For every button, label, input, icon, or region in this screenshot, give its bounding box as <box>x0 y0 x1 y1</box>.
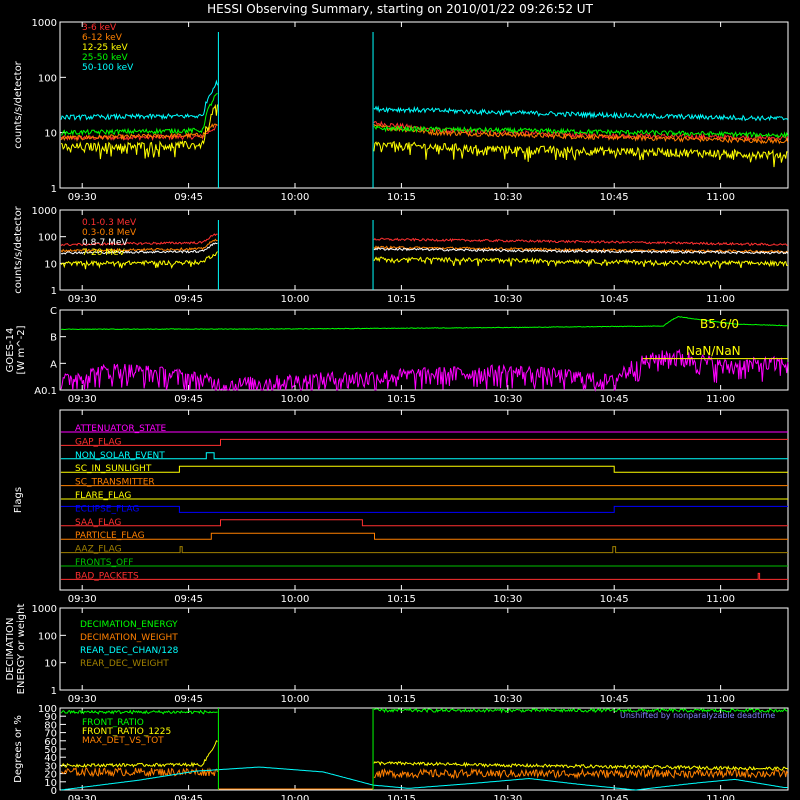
y-axis-label: counts/s/detector <box>13 60 24 148</box>
x-tick-label: 09:30 <box>68 192 97 203</box>
flag-label: SAA_FLAG <box>75 518 121 528</box>
y-tick-label: B <box>50 333 57 344</box>
flag-label: ATTENUATOR_STATE <box>75 424 167 434</box>
x-tick-label: 11:00 <box>706 192 735 203</box>
legend-entry: REAR_DEC_WEIGHT <box>80 659 169 669</box>
y-tick-label: 100 <box>38 704 57 715</box>
x-tick-label: 09:45 <box>174 594 203 605</box>
y-tick-label: 1000 <box>32 18 57 29</box>
hessi-summary-chart: HESSI Observing Summary, starting on 201… <box>0 0 800 800</box>
x-tick-label: 09:45 <box>174 294 203 305</box>
legend-entry: 0.8-7 MeV <box>82 238 128 248</box>
x-tick-label: 10:45 <box>600 294 629 305</box>
flag-label: ECLIPSE_FLAG <box>75 504 139 514</box>
x-tick-label: 10:30 <box>493 192 522 203</box>
x-tick-label: 11:00 <box>706 294 735 305</box>
y-tick-label: A <box>50 359 57 370</box>
x-tick-label: 09:30 <box>68 394 97 405</box>
goes-class-annotation: NaN/NaN <box>686 344 741 358</box>
x-tick-label: 10:00 <box>281 694 310 705</box>
x-tick-label: 10:30 <box>493 594 522 605</box>
y-tick-label: 10 <box>44 659 57 670</box>
y-tick-label: 1000 <box>32 206 57 217</box>
legend-entry: 3-6 keV <box>82 23 117 33</box>
flag-label: AAZ_FLAG <box>75 545 122 555</box>
x-tick-label: 10:15 <box>387 594 416 605</box>
y-tick-label: 1 <box>51 184 57 195</box>
x-tick-label: 09:45 <box>174 794 203 800</box>
x-tick-label: 09:45 <box>174 192 203 203</box>
x-tick-label: 10:45 <box>600 694 629 705</box>
x-tick-label: 10:15 <box>387 394 416 405</box>
x-tick-label: 09:30 <box>68 694 97 705</box>
y-tick-label: 1000 <box>32 604 57 615</box>
x-tick-label: 10:15 <box>387 294 416 305</box>
x-tick-label: 10:00 <box>281 394 310 405</box>
y-tick-label: 100 <box>38 233 57 244</box>
flag-label: BAD_PACKETS <box>75 571 139 581</box>
x-tick-label: 10:45 <box>600 394 629 405</box>
flag-label: GAP_FLAG <box>75 437 121 447</box>
legend-entry: 12-25 keV <box>82 43 128 53</box>
flag-label: SC_IN_SUNLIGHT <box>75 464 152 474</box>
x-tick-label: 10:45 <box>600 794 629 800</box>
x-tick-label: 10:15 <box>387 694 416 705</box>
x-tick-label: 10:15 <box>387 794 416 800</box>
legend-entry: 6-12 keV <box>82 33 123 43</box>
x-tick-label: 11:00 <box>706 594 735 605</box>
x-tick-label: 09:45 <box>174 694 203 705</box>
x-tick-label: 10:30 <box>493 794 522 800</box>
y-tick-label: A0.1 <box>34 386 57 397</box>
y-tick-label: 10 <box>44 259 57 270</box>
x-tick-label: 10:00 <box>281 192 310 203</box>
legend-entry: 0.1-0.3 MeV <box>82 218 137 228</box>
y-axis-label: DECIMATION <box>5 617 16 680</box>
chart-title: HESSI Observing Summary, starting on 201… <box>207 2 593 16</box>
legend-entry: MAX_DET_VS_TOT <box>82 736 164 746</box>
legend-entry: 7-20 MeV <box>82 248 126 258</box>
y-tick-label: 1 <box>51 286 57 297</box>
y-axis-label-2: ENERGY or weight <box>16 604 27 695</box>
flag-label: FRONTS_OFF <box>75 558 133 568</box>
x-tick-label: 09:30 <box>68 794 97 800</box>
flag-label: NON_SOLAR_EVENT <box>75 451 165 461</box>
y-tick-label: 1 <box>51 686 57 697</box>
y-axis-label: Flags <box>13 487 24 513</box>
y-tick-label: 100 <box>38 73 57 84</box>
x-tick-label: 10:45 <box>600 192 629 203</box>
legend-entry: 50-100 keV <box>82 63 134 73</box>
flag-label: PARTICLE_FLAG <box>75 531 145 541</box>
flag-label: FLARE_FLAG <box>75 491 131 501</box>
x-tick-label: 10:30 <box>493 394 522 405</box>
legend-entry: 0.3-0.8 MeV <box>82 228 137 238</box>
y-tick-label: 10 <box>44 129 57 140</box>
goes-class-annotation: B5.6/0 <box>700 317 739 331</box>
x-tick-label: 09:30 <box>68 594 97 605</box>
legend-entry: DECIMATION_ENERGY <box>80 620 178 630</box>
x-tick-label: 10:30 <box>493 294 522 305</box>
y-axis-label: GOES-14 <box>5 328 16 373</box>
x-tick-label: 09:30 <box>68 294 97 305</box>
y-axis-label-2: [W m^-2] <box>16 325 27 374</box>
y-tick-label: 100 <box>38 631 57 642</box>
y-axis-label: Degrees or % <box>13 715 24 783</box>
flag-label: SC_TRANSMITTER <box>75 478 155 488</box>
x-tick-label: 11:00 <box>706 794 735 800</box>
x-tick-label: 10:15 <box>387 192 416 203</box>
y-axis-label: counts/s/detector <box>13 205 24 293</box>
x-tick-label: 11:00 <box>706 694 735 705</box>
legend-entry: 25-50 keV <box>82 53 128 63</box>
livetime-annotation: Unshifted by nonparalyzable deadtime <box>620 711 775 720</box>
x-tick-label: 11:00 <box>706 394 735 405</box>
legend-entry: DECIMATION_WEIGHT <box>80 633 178 643</box>
legend-entry: REAR_DEC_CHAN/128 <box>80 646 179 656</box>
x-tick-label: 09:45 <box>174 394 203 405</box>
x-tick-label: 10:00 <box>281 294 310 305</box>
x-tick-label: 10:45 <box>600 594 629 605</box>
x-tick-label: 10:00 <box>281 794 310 800</box>
x-tick-label: 10:00 <box>281 594 310 605</box>
y-tick-label: C <box>50 306 57 317</box>
x-tick-label: 10:30 <box>493 694 522 705</box>
